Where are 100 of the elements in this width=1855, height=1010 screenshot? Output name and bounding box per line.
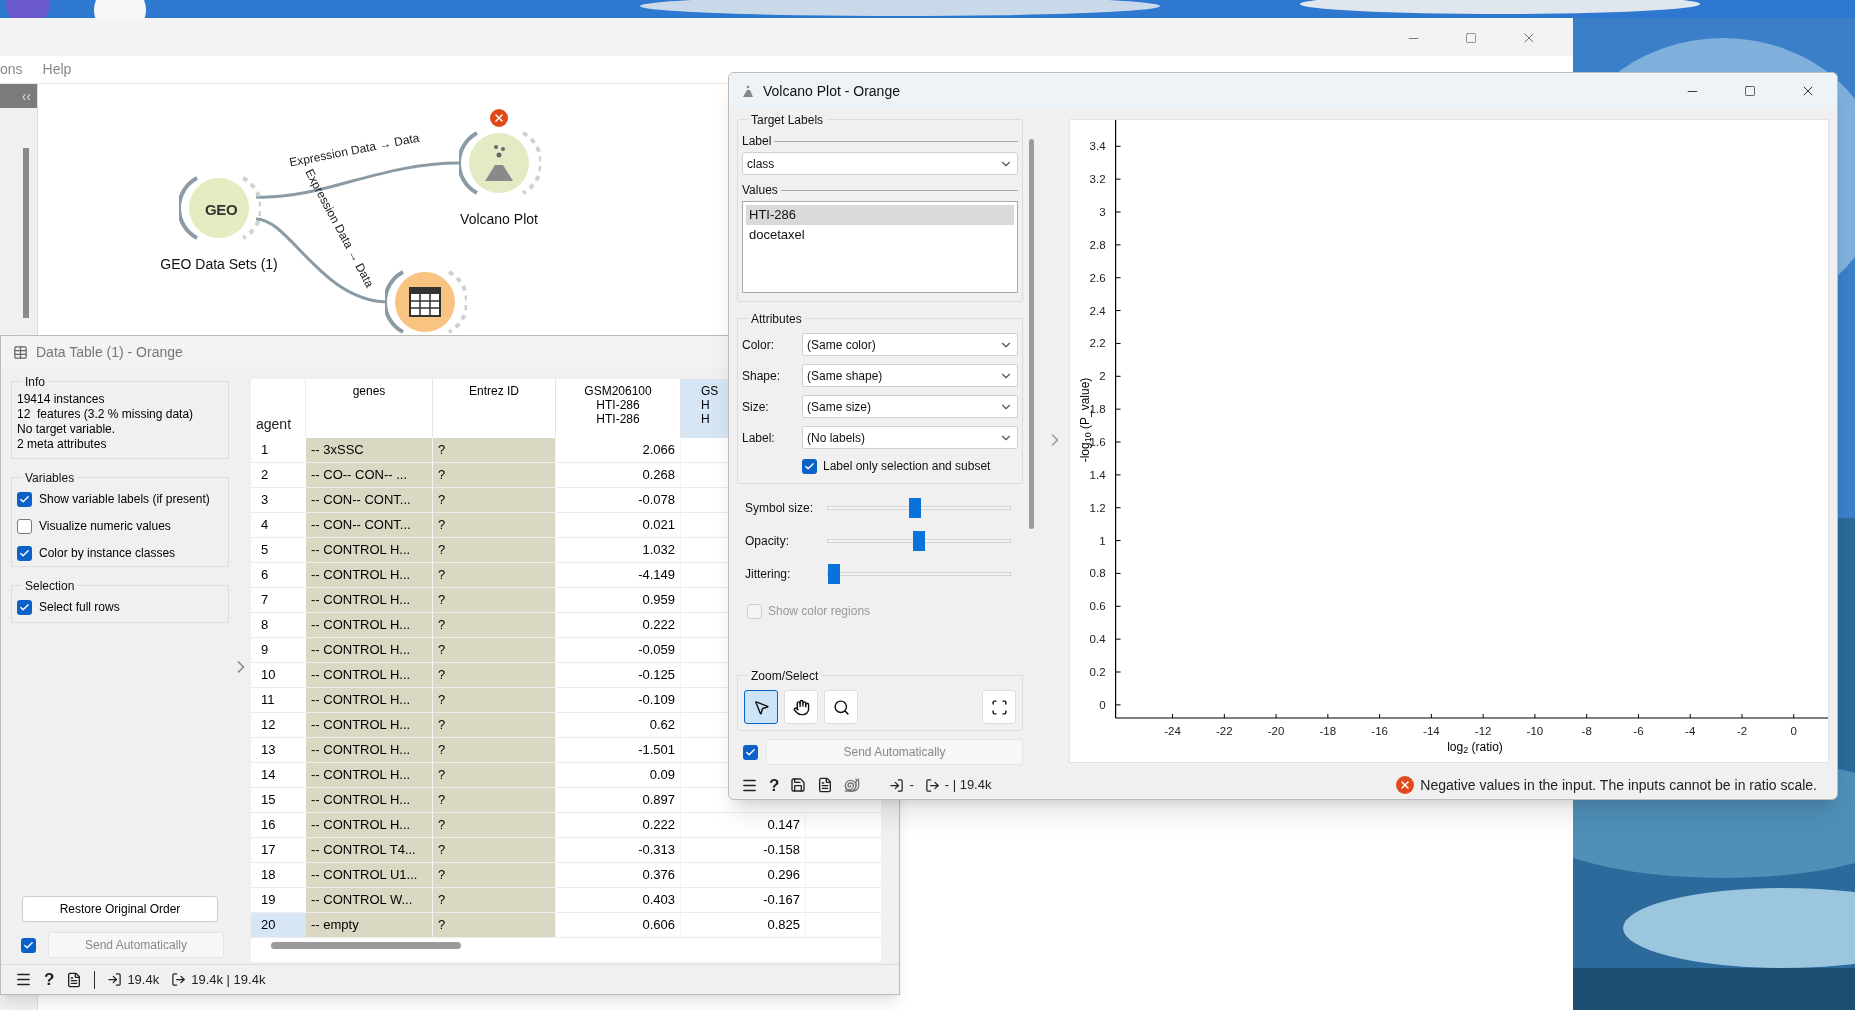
checkbox-label[interactable]: Label only selection and subset bbox=[823, 457, 991, 475]
node-label: Volcano Plot bbox=[460, 210, 538, 229]
table-cell: ? bbox=[433, 438, 556, 462]
table-cell: ? bbox=[433, 513, 556, 537]
y-tick-label: 0.2 bbox=[1089, 666, 1106, 678]
search-icon bbox=[832, 698, 850, 716]
maximize-icon[interactable] bbox=[1744, 85, 1756, 97]
y-tick-label: 0.6 bbox=[1089, 600, 1106, 613]
zoom-tool-button[interactable] bbox=[824, 690, 858, 724]
table-cell: ? bbox=[433, 888, 556, 912]
restore-button[interactable]: Restore Original Order bbox=[22, 896, 218, 922]
dropdown[interactable]: class bbox=[742, 152, 1018, 175]
menu-item[interactable]: ons bbox=[0, 59, 23, 80]
table-cell: ? bbox=[433, 638, 556, 662]
dropdown[interactable]: (No labels) bbox=[802, 426, 1018, 449]
dock-scrollbar[interactable] bbox=[23, 148, 29, 318]
table-cell: ? bbox=[433, 738, 556, 762]
checkbox[interactable] bbox=[17, 491, 32, 507]
pointer-tool-button[interactable] bbox=[744, 690, 778, 724]
checkbox[interactable] bbox=[17, 599, 32, 615]
snail-icon[interactable] bbox=[844, 777, 861, 793]
table-cell: -- CONTROL H... bbox=[306, 813, 433, 837]
hand-icon bbox=[792, 698, 810, 716]
checkbox[interactable] bbox=[802, 458, 817, 474]
check-icon bbox=[23, 939, 34, 951]
table-cell: ? bbox=[433, 838, 556, 862]
info-text: 12 features (3.2 % missing data) bbox=[17, 407, 195, 422]
window-title: Volcano Plot - Orange bbox=[763, 81, 900, 101]
info-text: No target variable. bbox=[17, 422, 117, 437]
link-label: Expression Data → Data bbox=[288, 130, 421, 170]
input-summary: 19.4k bbox=[127, 970, 160, 989]
table-cell: ? bbox=[433, 763, 556, 787]
table-cell: ? bbox=[433, 588, 556, 612]
table-cell: -- CONTROL H... bbox=[306, 563, 433, 587]
y-tick-label: 3.2 bbox=[1089, 173, 1106, 186]
y-tick-label: 3 bbox=[1099, 206, 1106, 218]
checkbox-label[interactable]: Color by instance classes bbox=[39, 544, 176, 562]
checkbox[interactable] bbox=[743, 744, 758, 760]
help-button[interactable]: ? bbox=[769, 776, 780, 794]
list-item[interactable]: docetaxel bbox=[746, 225, 1014, 245]
dropdown[interactable]: (Same size) bbox=[802, 395, 1018, 418]
list-item[interactable]: HTI-286 bbox=[746, 205, 1014, 225]
info-text: 2 meta attributes bbox=[17, 437, 108, 452]
table-cell: ? bbox=[433, 713, 556, 737]
window-title: Data Table (1) - Orange bbox=[36, 343, 183, 362]
input-icon bbox=[107, 972, 123, 987]
menu-icon[interactable] bbox=[15, 971, 32, 988]
field-caption: Color: bbox=[742, 336, 775, 354]
table-cell: ? bbox=[433, 863, 556, 887]
x-tick-label: 0 bbox=[1790, 725, 1797, 737]
check-icon bbox=[19, 547, 30, 559]
table-cell: -- CONTROL H... bbox=[306, 688, 433, 712]
slider-thumb[interactable] bbox=[828, 564, 840, 584]
y-tick-label: 1.4 bbox=[1089, 468, 1106, 481]
checkbox[interactable] bbox=[17, 545, 32, 561]
report-icon[interactable] bbox=[66, 971, 83, 988]
table-cell: -- CONTROL H... bbox=[306, 788, 433, 812]
field-caption: Label bbox=[742, 133, 772, 150]
slider-thumb[interactable] bbox=[913, 531, 925, 551]
checkbox-label[interactable]: Show variable labels (if present) bbox=[39, 490, 210, 508]
x-tick-label: -4 bbox=[1685, 725, 1696, 737]
slider-thumb[interactable] bbox=[908, 498, 921, 518]
scrollbar-thumb[interactable] bbox=[1029, 139, 1034, 529]
checkbox[interactable] bbox=[21, 937, 36, 953]
table-cell: ? bbox=[433, 563, 556, 587]
table-cell: -- CONTROL H... bbox=[306, 613, 433, 637]
node-label: GEO Data Sets (1) bbox=[160, 255, 278, 274]
checkbox-label[interactable]: Visualize numeric values bbox=[39, 517, 171, 535]
check-icon bbox=[19, 493, 30, 505]
maximize-icon[interactable] bbox=[1465, 32, 1477, 44]
table-cell: ? bbox=[433, 813, 556, 837]
y-tick-label: 2.4 bbox=[1089, 304, 1106, 317]
checkbox-label[interactable]: Select full rows bbox=[39, 598, 120, 616]
checkbox[interactable] bbox=[17, 518, 32, 534]
help-button[interactable]: ? bbox=[44, 971, 55, 988]
y-tick-label: 2.2 bbox=[1089, 337, 1106, 350]
field-caption: Size: bbox=[742, 398, 770, 416]
table-cell: ? bbox=[433, 788, 556, 812]
table-cell: ? bbox=[433, 613, 556, 637]
save-icon[interactable] bbox=[790, 777, 807, 793]
scrollbar-thumb[interactable] bbox=[271, 942, 461, 949]
report-icon[interactable] bbox=[817, 777, 834, 793]
fit-view-button[interactable] bbox=[982, 690, 1016, 724]
table-cell: -- CONTROL U1... bbox=[306, 863, 433, 887]
y-tick-label: 2.8 bbox=[1089, 238, 1106, 251]
input-summary: - bbox=[909, 776, 914, 795]
row-header[interactable]: 20 bbox=[251, 913, 306, 937]
x-tick-label: -24 bbox=[1164, 725, 1181, 737]
values-list[interactable]: HTI-286 docetaxel bbox=[742, 201, 1018, 293]
y-tick-label: 0.4 bbox=[1089, 633, 1106, 646]
table-cell: ? bbox=[433, 663, 556, 687]
menu-item[interactable]: Help bbox=[42, 59, 72, 80]
x-tick-label: -14 bbox=[1423, 725, 1440, 737]
y-tick-label: 1.2 bbox=[1089, 501, 1106, 514]
dropdown[interactable]: (Same shape) bbox=[802, 364, 1018, 387]
pan-tool-button[interactable] bbox=[784, 690, 818, 724]
dropdown[interactable]: (Same color) bbox=[802, 333, 1018, 356]
x-tick-label: -10 bbox=[1526, 725, 1544, 737]
x-tick-label: -6 bbox=[1633, 725, 1644, 737]
x-tick-label: -8 bbox=[1581, 725, 1592, 737]
